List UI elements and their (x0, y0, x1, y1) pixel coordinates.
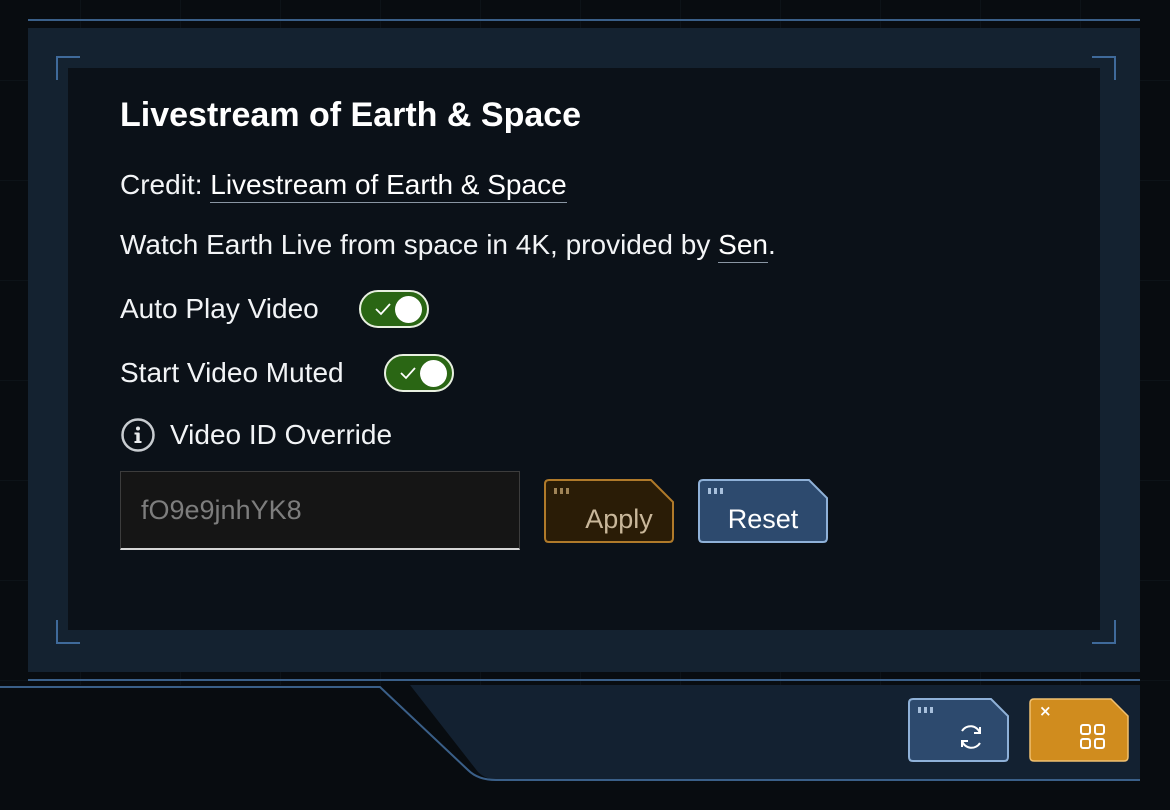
reset-button[interactable]: Reset (698, 479, 828, 543)
toggle-knob (394, 296, 422, 323)
override-label: Video ID Override (170, 419, 393, 450)
credit-prefix: Credit: (120, 169, 211, 200)
muted-toggle[interactable] (383, 354, 454, 392)
sen-link[interactable]: Sen (718, 229, 768, 263)
apply-label: Apply (585, 504, 653, 534)
corner-bracket (56, 56, 80, 80)
refresh-button[interactable] (908, 698, 1009, 762)
corner-bracket (1092, 56, 1116, 80)
panel-title: Livestream of Earth & Space (120, 96, 582, 134)
description-prefix: Watch Earth Live from space in 4K, provi… (120, 229, 719, 260)
muted-label: Start Video Muted (120, 357, 344, 388)
reset-label: Reset (727, 504, 799, 534)
close-icon[interactable]: × (1039, 702, 1052, 720)
toggle-knob (419, 360, 447, 387)
grid-icon (1080, 724, 1105, 749)
video-id-override-heading: Video ID Override (120, 414, 392, 456)
corner-bracket (1092, 620, 1116, 644)
refresh-icon (961, 725, 981, 749)
apply-button[interactable]: Apply (544, 479, 674, 543)
check-icon (399, 367, 416, 380)
drag-dots (918, 707, 933, 713)
credit-line: Credit: Livestream of Earth & Space (120, 169, 567, 203)
grid-button[interactable]: × (1029, 698, 1129, 762)
top-rule (28, 19, 1140, 21)
autoplay-toggle[interactable] (358, 290, 429, 328)
corner-bracket (56, 620, 80, 644)
check-icon (375, 303, 391, 316)
drag-dots (708, 488, 723, 494)
credit-link[interactable]: Livestream of Earth & Space (210, 169, 567, 203)
description-line: Watch Earth Live from space in 4K, provi… (120, 229, 776, 263)
video-id-input[interactable] (120, 471, 520, 550)
info-icon[interactable] (120, 417, 156, 453)
autoplay-label: Auto Play Video (120, 293, 319, 324)
description-suffix: . (767, 229, 776, 260)
drag-dots (554, 488, 569, 494)
muted-setting: Start Video Muted (120, 351, 454, 395)
autoplay-setting: Auto Play Video (120, 287, 429, 331)
